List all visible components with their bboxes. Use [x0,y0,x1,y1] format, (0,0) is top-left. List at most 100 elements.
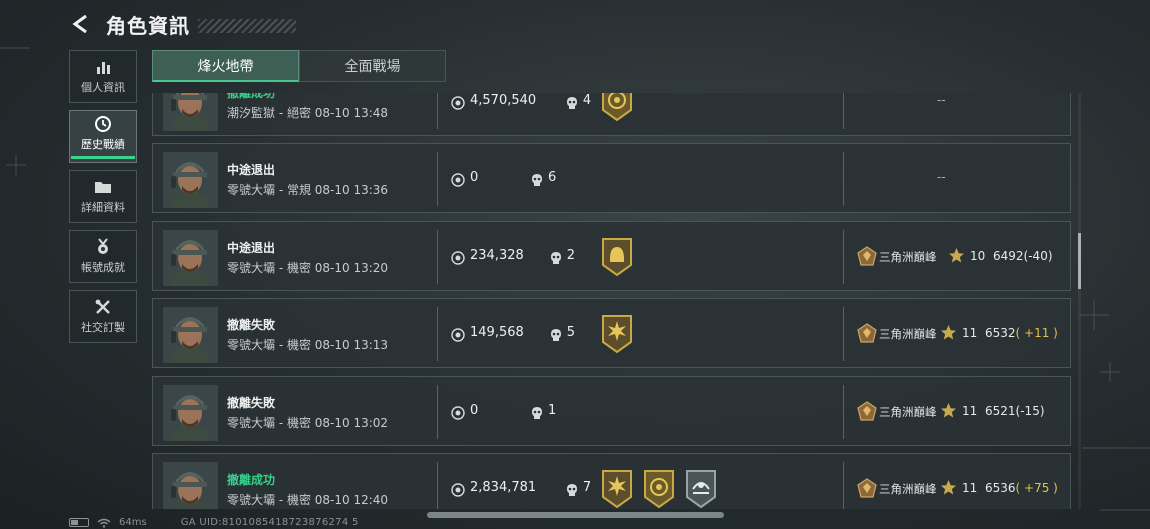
column-divider [437,462,438,509]
operator-avatar [163,462,218,509]
loot-value: 0 [470,403,479,418]
kill-skull-icon [550,327,562,341]
match-status: 中途退出 [227,241,276,255]
match-detail: 零號大壩 - 常規 08-10 13:36 [227,183,389,197]
column-divider [843,462,844,509]
gold-coin-badge-icon[interactable] [601,93,633,122]
loot-value: 0 [470,170,479,185]
rank-placeholder: -- [937,93,946,107]
rank-score: 6521(-15) [985,404,1045,418]
mode-tabs: 烽火地帶 全面戰場 [152,50,446,82]
coin-icon [451,405,465,420]
sidebar-item-history[interactable]: 歷史戰績 [69,110,137,163]
rank-level: 11 [962,481,978,495]
star-icon [940,402,957,419]
coin-icon [451,327,465,342]
column-divider [437,307,438,361]
rank-level: 10 [970,249,986,263]
kill-skull-icon [531,405,543,419]
folder-icon [93,178,113,196]
sidebar-item-label: 個人資訊 [81,81,125,94]
rank-emblem-icon [857,478,877,498]
loot-value: 4,570,540 [470,93,537,108]
match-history-list[interactable]: 撤離成功 潮汐監獄 - 絕密 08-10 13:48 4,570,540 4 -- 中途… [152,93,1072,509]
loot-value: 2,834,781 [470,480,537,495]
tab-warfare[interactable]: 全面戰場 [299,50,446,82]
match-status: 撤離失敗 [227,318,276,332]
column-divider [843,152,844,206]
operator-avatar [163,152,218,208]
rank-score: 6532( +11 ) [985,326,1058,340]
sidebar-item-label: 社交訂製 [81,321,125,334]
kill-count: 2 [566,248,575,263]
rank-name: 三角洲巔峰 [879,327,937,341]
ping-text: 64ms [119,517,147,528]
sidebar: 個人資訊 歷史戰績 詳細資料 帳號成就 社交訂製 [69,50,137,350]
star-icon [940,324,957,341]
burst-badge-icon[interactable] [601,469,633,509]
score-delta: (-15) [1015,404,1045,418]
score-value: 6521 [985,404,1016,418]
sidebar-item-label: 帳號成就 [81,261,125,274]
rank-emblem-icon [857,323,877,343]
sidebar-item-profile[interactable]: 個人資訊 [69,50,137,103]
score-value: 6492 [993,249,1024,263]
coin-icon [451,172,465,187]
kill-skull-icon [531,172,543,186]
burst-badge-icon[interactable] [601,314,633,354]
sidebar-item-social[interactable]: 社交訂製 [69,290,137,343]
rescue-badge-icon[interactable] [685,469,717,509]
operator-avatar [163,307,218,363]
match-status: 撤離失敗 [227,396,276,410]
vertical-scrollbar[interactable] [1078,93,1081,509]
match-row[interactable]: 中途退出 零號大壩 - 機密 08-10 13:20 234,328 2 三角洲巔峰 10… [152,221,1071,291]
header: 角色資訊 [70,8,296,40]
tab-hazard-ops[interactable]: 烽火地帶 [152,50,299,82]
sidebar-item-label: 詳細資料 [81,201,125,214]
match-row[interactable]: 撤離失敗 零號大壩 - 機密 08-10 13:13 149,568 5 三角洲巔峰 11… [152,298,1071,368]
rank-emblem-icon [857,246,877,266]
history-clock-icon [93,115,113,133]
match-row[interactable]: 撤離失敗 零號大壩 - 機密 08-10 13:02 0 1 三角洲巔峰 11 6521(-… [152,376,1071,446]
match-status: 撤離成功 [227,473,276,487]
score-delta: ( +75 ) [1015,481,1058,495]
wifi-icon [97,518,111,528]
sidebar-item-details[interactable]: 詳細資料 [69,170,137,223]
score-value: 6532 [985,326,1016,340]
uid-text: GA UID:8101085418723876274 5 [180,517,359,528]
operator-avatar [163,230,218,286]
rank-name: 三角洲巔峰 [879,405,937,419]
helmet-badge-icon[interactable] [601,237,633,277]
sidebar-item-achievements[interactable]: 帳號成就 [69,230,137,283]
rank-score: 6492(-40) [993,249,1053,263]
match-detail: 零號大壩 - 機密 08-10 13:13 [227,338,389,352]
column-divider [843,385,844,439]
match-status: 中途退出 [227,163,276,177]
match-row[interactable]: 中途退出零號大壩 - 常規 08-10 13:36 0 6 -- [152,143,1071,213]
coin-icon [451,95,465,110]
operator-avatar [163,93,218,131]
kill-count: 1 [548,403,557,418]
back-arrow-icon[interactable] [70,13,92,35]
column-divider [843,307,844,361]
rank-placeholder: -- [937,170,946,184]
kill-count: 4 [582,93,592,108]
tools-icon [93,298,113,316]
score-delta: (-40) [1023,249,1053,263]
kill-count: 5 [566,325,575,340]
rank-name: 三角洲巔峰 [879,250,937,264]
scrollbar-thumb[interactable] [1078,233,1081,289]
match-row[interactable]: 撤離成功 零號大壩 - 機密 08-10 12:40 2,834,781 7 三角洲巔峰… [152,453,1071,509]
battery-icon [69,518,89,527]
kill-skull-icon [566,482,578,496]
kill-count: 7 [582,480,592,495]
column-divider [437,230,438,284]
page-title: 角色資訊 [106,13,190,38]
loot-value: 149,568 [470,325,524,340]
status-bar: 64ms GA UID:8101085418723876274 5 [69,516,359,529]
kill-count: 6 [548,170,557,185]
gold-coin-badge-icon[interactable] [643,469,675,509]
column-divider [437,93,438,129]
horizontal-scrollbar[interactable] [427,512,724,518]
match-row[interactable]: 撤離成功 潮汐監獄 - 絕密 08-10 13:48 4,570,540 4 -- [152,93,1071,136]
